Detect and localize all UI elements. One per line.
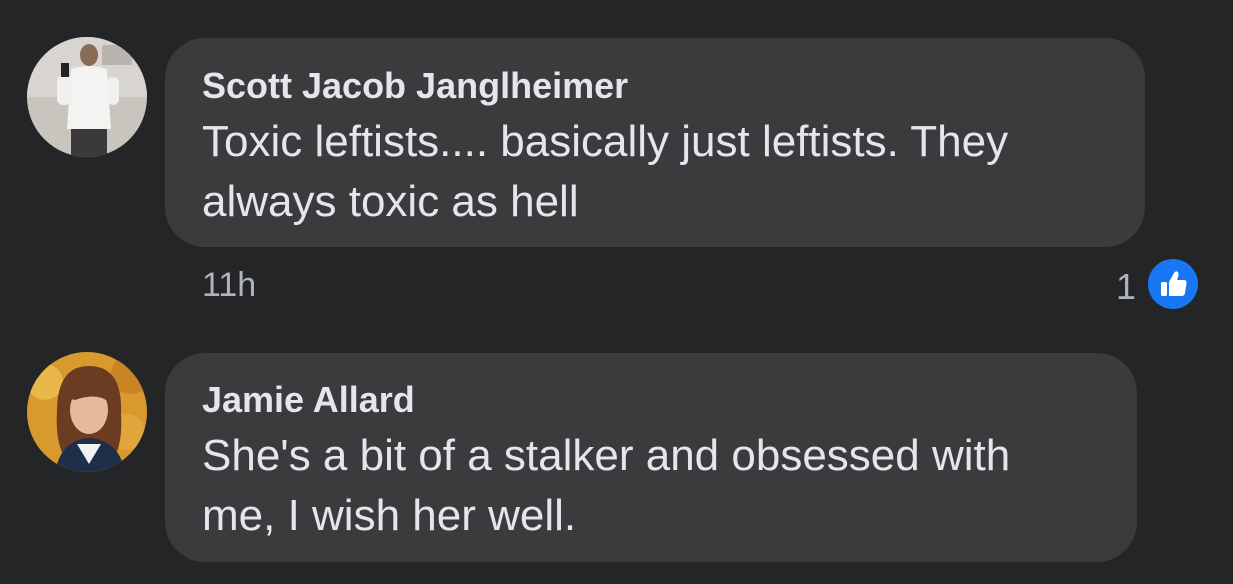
comment-text-line-2: always toxic as hell <box>202 177 579 226</box>
comment-timestamp[interactable]: 11h <box>202 266 256 305</box>
comment-author[interactable]: Jamie Allard <box>202 379 415 421</box>
comment-bubble[interactable]: Jamie Allard She's a bit of a stalker an… <box>165 353 1137 562</box>
reaction-count[interactable]: 1 <box>1116 266 1136 308</box>
comment-bubble[interactable]: Scott Jacob Janglheimer Toxic leftists..… <box>165 38 1145 247</box>
comment-author[interactable]: Scott Jacob Janglheimer <box>202 65 628 107</box>
avatar[interactable] <box>27 37 147 157</box>
avatar[interactable] <box>27 352 147 472</box>
comment-text-line-2: me, I wish her well. <box>202 491 577 540</box>
comments-feed: Scott Jacob Janglheimer Toxic leftists..… <box>0 0 1233 584</box>
comment-text-line-1: Toxic leftists.... basically just leftis… <box>202 117 1009 166</box>
like-icon[interactable] <box>1148 259 1198 309</box>
comment-text-line-1: She's a bit of a stalker and obsessed wi… <box>202 431 1011 480</box>
